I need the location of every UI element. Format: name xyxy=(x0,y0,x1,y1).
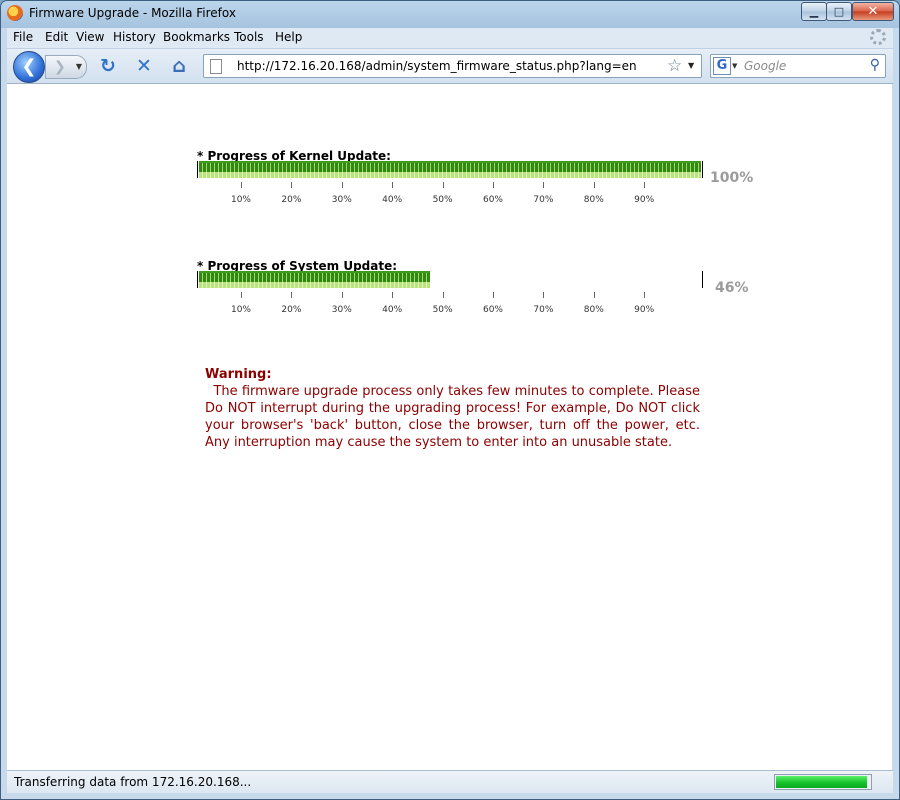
menu-history[interactable]: History xyxy=(113,30,156,44)
page-icon xyxy=(210,59,222,74)
scale-tick-label: 80% xyxy=(583,305,604,315)
close-button[interactable]: ✕ xyxy=(852,2,894,21)
scale-tick-label: 80% xyxy=(583,195,604,205)
scale-tick xyxy=(593,182,595,188)
system-progress-percent: 46% xyxy=(715,280,749,296)
kernel-progress-track xyxy=(197,161,703,178)
page-content: * Progress of Kernel Update: 100% * Prog… xyxy=(7,84,892,770)
scale-tick xyxy=(341,292,343,298)
scale-tick xyxy=(241,292,242,298)
scale-tick xyxy=(392,182,394,188)
scale-tick-label: 60% xyxy=(482,305,503,315)
minimize-button[interactable]: ▁ xyxy=(801,2,827,21)
page-load-progress xyxy=(774,774,872,790)
menu-bookmarks[interactable]: Bookmarks xyxy=(163,30,230,44)
menu-file[interactable]: File xyxy=(13,30,33,44)
search-bar: G ▼ ⚲ xyxy=(710,54,886,78)
track-left-cap xyxy=(197,161,198,178)
warning-body: The firmware upgrade process only takes … xyxy=(205,384,700,450)
throbber-icon xyxy=(870,29,886,45)
menu-help[interactable]: Help xyxy=(275,30,302,44)
system-progress-fill xyxy=(199,271,430,288)
firefox-logo-icon xyxy=(7,5,23,21)
search-icon[interactable]: ⚲ xyxy=(870,57,880,73)
scale-tick xyxy=(493,182,494,188)
scale-tick xyxy=(644,292,646,298)
stop-icon[interactable]: ✕ xyxy=(133,55,155,77)
close-icon: ✕ xyxy=(867,4,879,19)
scale-tick xyxy=(291,182,293,188)
scale-tick xyxy=(442,182,444,188)
scale-tick-label: 50% xyxy=(432,305,453,315)
forward-button[interactable]: ❯ ▼ xyxy=(45,55,87,79)
title-bar: Firmware Upgrade - Mozilla Firefox ▁ □ ✕ xyxy=(0,0,900,28)
scale-tick-label: 40% xyxy=(382,195,403,205)
url-dropdown-icon[interactable]: ▼ xyxy=(688,55,694,77)
back-arrow-icon: ❮ xyxy=(21,56,37,77)
page-load-progress-fill xyxy=(776,776,867,788)
back-button[interactable]: ❮ xyxy=(13,51,45,83)
status-bar: Transferring data from 172.16.20.168... xyxy=(7,770,893,793)
browser-window: Firmware Upgrade - Mozilla Firefox ▁ □ ✕… xyxy=(0,0,900,800)
system-progress-track xyxy=(197,271,703,288)
scale-tick-label: 30% xyxy=(331,305,352,315)
navigation-toolbar: ❮ ❯ ▼ ↻ ✕ ⌂ http://172.16.20.168/admin/s… xyxy=(7,49,893,84)
maximize-icon: □ xyxy=(833,5,845,18)
menu-view[interactable]: View xyxy=(76,30,104,44)
url-text[interactable]: http://172.16.20.168/admin/system_firmwa… xyxy=(237,59,637,73)
address-bar[interactable]: http://172.16.20.168/admin/system_firmwa… xyxy=(203,54,702,78)
kernel-progress-percent: 100% xyxy=(710,170,754,186)
maximize-button[interactable]: □ xyxy=(826,2,852,21)
scale-tick-label: 60% xyxy=(482,195,503,205)
scale-tick xyxy=(291,292,293,298)
search-engine-icon[interactable]: G xyxy=(713,57,731,75)
status-text: Transferring data from 172.16.20.168... xyxy=(14,775,252,789)
warning-text: The firmware upgrade process only takes … xyxy=(205,384,700,450)
scale-tick xyxy=(341,182,343,188)
scale-tick xyxy=(593,292,595,298)
menu-bar: File Edit View History Bookmarks Tools H… xyxy=(7,28,893,49)
scale-tick-label: 70% xyxy=(533,305,554,315)
scale-tick xyxy=(644,182,646,188)
scale-tick xyxy=(392,292,394,298)
scale-tick xyxy=(493,292,494,298)
scale-tick-label: 20% xyxy=(281,305,302,315)
scale-tick-label: 10% xyxy=(230,305,251,315)
scale-tick-label: 90% xyxy=(634,305,655,315)
scale-tick xyxy=(442,292,444,298)
scale-tick xyxy=(543,292,545,298)
scale-tick-label: 10% xyxy=(230,195,251,205)
engine-dropdown-icon[interactable]: ▼ xyxy=(732,55,737,77)
kernel-progress-fill xyxy=(199,161,701,178)
window-title: Firmware Upgrade - Mozilla Firefox xyxy=(29,6,236,20)
scale-tick-label: 50% xyxy=(432,195,453,205)
scale-tick-label: 20% xyxy=(281,195,302,205)
warning-message: Warning: The firmware upgrade process on… xyxy=(205,366,700,451)
track-left-cap xyxy=(197,271,198,288)
home-icon[interactable]: ⌂ xyxy=(168,55,190,77)
scale-tick-label: 70% xyxy=(533,195,554,205)
history-dropdown-icon[interactable]: ▼ xyxy=(76,56,82,78)
scale-tick-label: 40% xyxy=(382,305,403,315)
scale-tick-label: 90% xyxy=(634,195,655,205)
scale-tick xyxy=(241,182,242,188)
warning-title: Warning: xyxy=(205,367,272,382)
track-right-cap xyxy=(702,271,703,288)
bookmark-star-icon[interactable]: ☆ xyxy=(667,55,682,77)
reload-icon[interactable]: ↻ xyxy=(97,55,119,77)
scale-tick-label: 30% xyxy=(331,195,352,205)
track-right-cap xyxy=(702,161,703,178)
search-input[interactable] xyxy=(744,57,862,75)
minimize-icon: ▁ xyxy=(809,5,819,18)
forward-arrow-icon: ❯ xyxy=(54,59,66,75)
menu-edit[interactable]: Edit xyxy=(45,30,68,44)
scale-tick xyxy=(543,182,545,188)
menu-tools[interactable]: Tools xyxy=(234,30,264,44)
